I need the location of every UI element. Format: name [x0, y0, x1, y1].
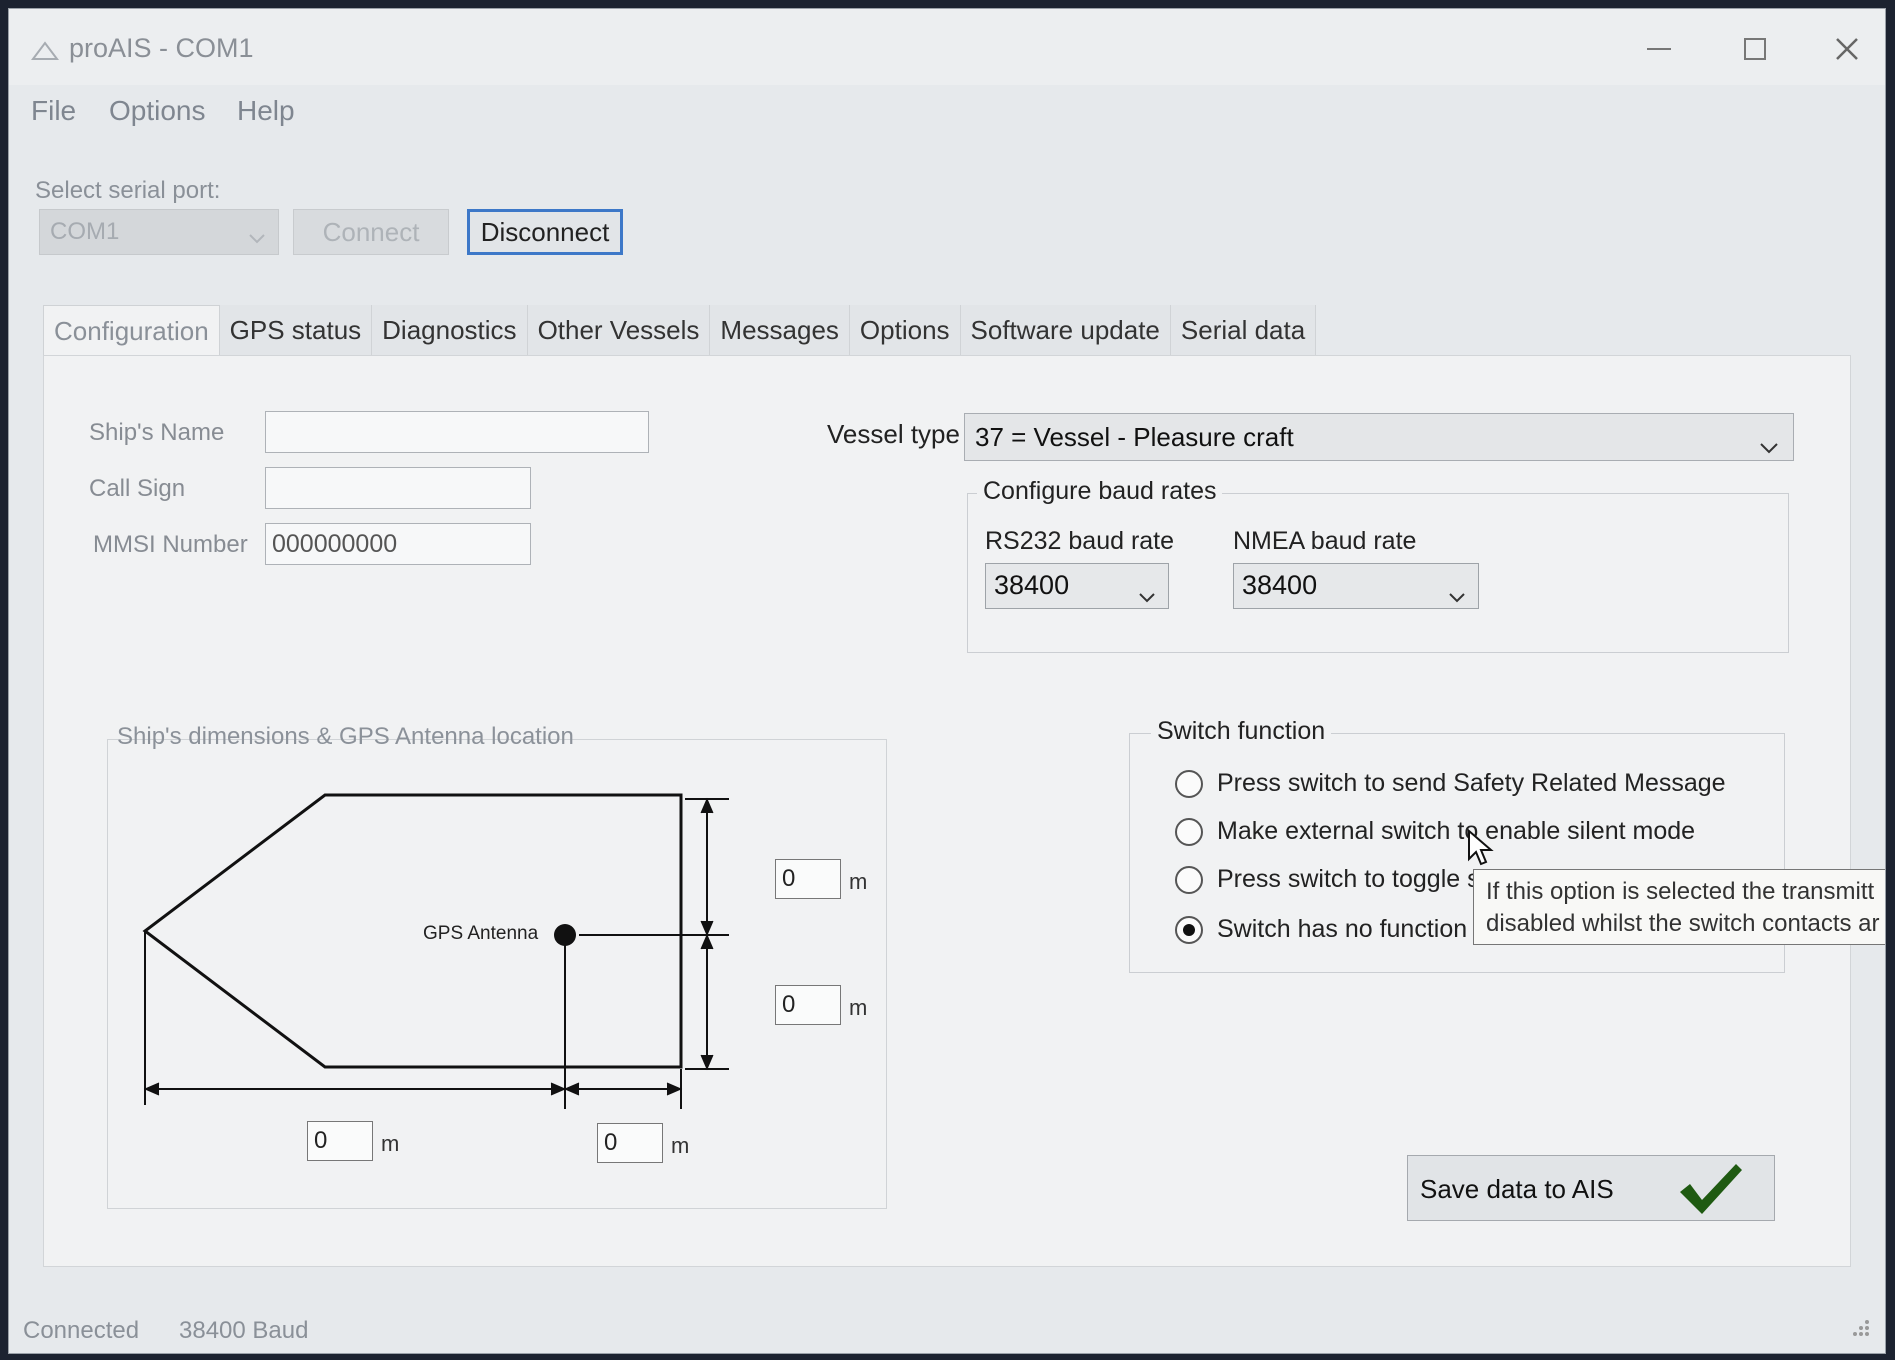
tab-gps-status[interactable]: GPS status: [219, 305, 373, 355]
radio-button[interactable]: [1175, 817, 1203, 846]
resize-grip-icon[interactable]: [1849, 1316, 1871, 1343]
switch-option-no-function[interactable]: Switch has no function: [1175, 915, 1467, 944]
rs232-baud-value: 38400: [994, 570, 1070, 600]
menu-help[interactable]: Help: [237, 95, 295, 127]
app-window: proAIS - COM1 File Options Help Select s…: [8, 8, 1886, 1354]
dimensions-title: Ship's dimensions & GPS Antenna location: [117, 723, 574, 750]
vessel-type-select[interactable]: 37 = Vessel - Pleasure craft: [964, 413, 1794, 461]
call-sign-label: Call Sign: [89, 475, 186, 502]
save-data-button[interactable]: Save data to AIS: [1407, 1155, 1775, 1221]
maximize-button[interactable]: [1715, 23, 1795, 75]
app-icon: [31, 39, 59, 63]
radio-button[interactable]: [1175, 865, 1203, 894]
chevron-down-icon: [1759, 430, 1779, 461]
dimension-b-input[interactable]: [775, 985, 841, 1025]
radio-button-selected[interactable]: [1175, 915, 1203, 944]
menu-options[interactable]: Options: [109, 95, 206, 127]
tooltip: If this option is selected the transmitt…: [1473, 869, 1885, 945]
close-button[interactable]: [1807, 23, 1885, 75]
switch-option-silent-mode[interactable]: Make external switch to enable silent mo…: [1175, 817, 1695, 846]
save-button-label: Save data to AIS: [1420, 1174, 1614, 1204]
tab-configuration[interactable]: Configuration: [43, 305, 220, 355]
rs232-baud-select[interactable]: 38400: [985, 563, 1169, 609]
chevron-down-icon: [1138, 580, 1156, 611]
status-bar: Connected 38400 Baud: [9, 1303, 1885, 1353]
vessel-type-value: 37 = Vessel - Pleasure craft: [975, 422, 1294, 452]
switch-option-toggle-silent[interactable]: Press switch to toggle sile: [1175, 865, 1505, 894]
switch-option-safety-message[interactable]: Press switch to send Safety Related Mess…: [1175, 769, 1726, 798]
rs232-label: RS232 baud rate: [985, 527, 1175, 555]
menu-file[interactable]: File: [31, 95, 76, 127]
nmea-baud-select[interactable]: 38400: [1233, 563, 1479, 609]
tab-software-update[interactable]: Software update: [960, 305, 1171, 355]
unit-label: m: [381, 1131, 400, 1156]
close-icon: [1834, 36, 1860, 62]
tooltip-line: If this option is selected the transmitt: [1486, 878, 1875, 905]
minimize-icon: [1647, 47, 1671, 51]
tab-messages[interactable]: Messages: [710, 305, 850, 355]
tab-bar: Configuration GPS status Diagnostics Oth…: [43, 305, 1317, 355]
radio-label: Switch has no function: [1217, 915, 1468, 943]
gps-antenna-label: GPS Antenna: [423, 923, 539, 944]
menu-bar: File Options Help: [9, 85, 1885, 141]
baud-status: 38400 Baud: [179, 1317, 309, 1344]
tab-options[interactable]: Options: [849, 305, 961, 355]
mouse-cursor-icon: [1467, 828, 1497, 874]
disconnect-button[interactable]: Disconnect: [467, 209, 623, 255]
serial-port-label: Select serial port:: [35, 177, 221, 204]
ship-name-label: Ship's Name: [89, 419, 225, 446]
title-bar: proAIS - COM1: [9, 9, 1885, 85]
chevron-down-icon: [248, 224, 266, 252]
minimize-button[interactable]: [1619, 23, 1699, 75]
unit-label: m: [849, 869, 868, 894]
nmea-label: NMEA baud rate: [1233, 527, 1417, 555]
maximize-icon: [1743, 37, 1767, 61]
radio-label: Press switch to send Safety Related Mess…: [1217, 769, 1726, 797]
dimension-a-input[interactable]: [775, 859, 841, 899]
unit-label: m: [849, 995, 868, 1020]
mmsi-input[interactable]: [265, 523, 531, 565]
chevron-down-icon: [1448, 580, 1466, 611]
vessel-type-label: Vessel type: [827, 419, 960, 449]
unit-label: m: [671, 1133, 690, 1158]
nmea-baud-value: 38400: [1242, 570, 1318, 600]
connection-status: Connected: [23, 1317, 140, 1344]
tab-diagnostics[interactable]: Diagnostics: [372, 305, 528, 355]
tab-other-vessels[interactable]: Other Vessels: [527, 305, 711, 355]
mmsi-label: MMSI Number: [93, 531, 248, 558]
dimensions-group: [107, 739, 887, 1209]
checkmark-icon: [1676, 1160, 1746, 1225]
dimension-c-input[interactable]: [307, 1121, 373, 1161]
connect-button[interactable]: Connect: [293, 209, 449, 255]
tooltip-line: disabled whilst the switch contacts ar: [1486, 910, 1880, 937]
radio-button[interactable]: [1175, 769, 1203, 798]
ship-name-input[interactable]: [265, 411, 649, 453]
switch-function-title: Switch function: [1151, 717, 1332, 746]
baud-group-title: Configure baud rates: [977, 477, 1223, 506]
serial-port-value: COM1: [50, 218, 120, 245]
dimension-d-input[interactable]: [597, 1123, 663, 1163]
tab-serial-data[interactable]: Serial data: [1170, 305, 1317, 355]
call-sign-input[interactable]: [265, 467, 531, 509]
radio-label: Press switch to toggle sile: [1217, 865, 1505, 893]
window-title: proAIS - COM1: [69, 33, 254, 63]
radio-label: Make external switch to enable silent mo…: [1217, 817, 1696, 845]
serial-port-select[interactable]: COM1: [39, 209, 279, 255]
